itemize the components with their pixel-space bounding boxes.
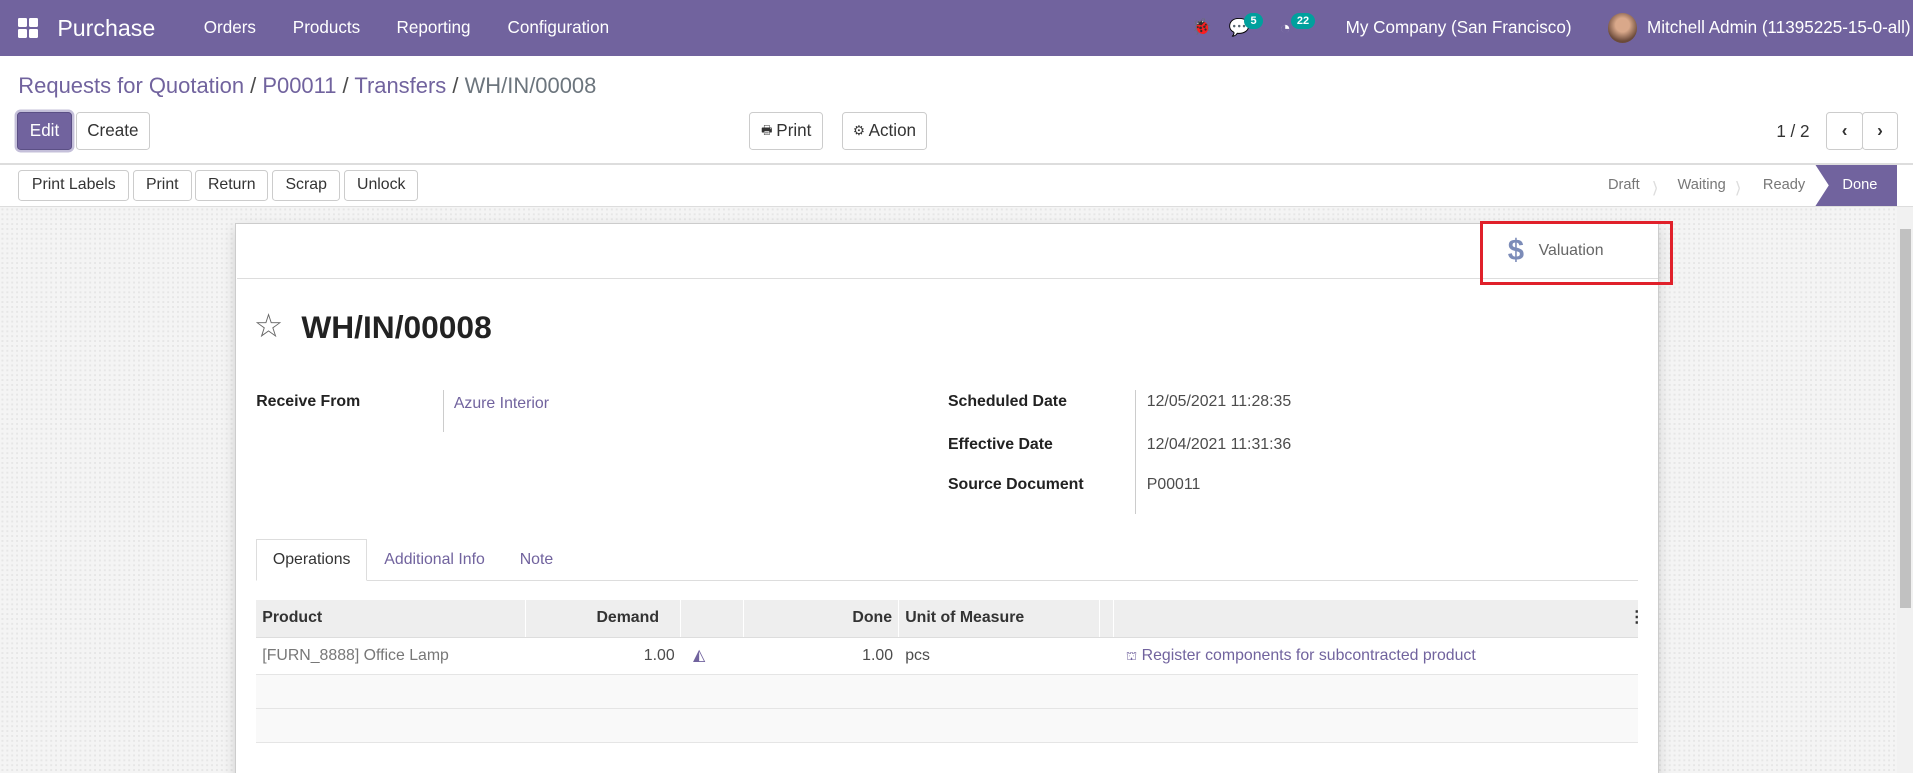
separator (442, 390, 445, 432)
print-label: Print (776, 121, 812, 141)
optional-columns-kebab-icon[interactable]: ⋮ (1623, 600, 1645, 637)
column-blank (1100, 600, 1114, 637)
scrollbar[interactable] (1897, 207, 1913, 774)
cell-uom: pcs (905, 647, 930, 665)
tab-additional-info[interactable]: Additional Info (384, 551, 485, 569)
user-avatar[interactable] (1607, 13, 1638, 43)
tabs-divider (256, 579, 1639, 581)
app-name[interactable]: Purchase (57, 0, 155, 56)
register-components-button[interactable]: ⛫ Register components for subcontracted … (1120, 638, 1482, 675)
print-labels-button[interactable]: Print Labels (18, 169, 130, 202)
apps-menu-icon[interactable] (18, 18, 38, 38)
pager-next-button[interactable]: › (1861, 112, 1899, 151)
scrap-button[interactable]: Scrap (272, 169, 341, 202)
receive-from-label: Receive From (256, 392, 361, 410)
pager-value: 1 / 2 (1776, 122, 1810, 141)
action-label: Action (868, 121, 917, 141)
cell-done: 1.00 (862, 647, 894, 665)
register-components-label: Register components for subcontracted pr… (1141, 647, 1476, 665)
column-uom[interactable]: Unit of Measure (899, 600, 1101, 637)
separator (1134, 390, 1136, 514)
breadcrumb-transfers[interactable]: Transfers (354, 73, 446, 98)
print-dropdown[interactable]: 🖶 Print (749, 112, 824, 151)
gear-icon: ⚙ (852, 123, 865, 139)
breadcrumb-po[interactable]: P00011 (262, 73, 336, 98)
scheduled-date-value: 12/05/2021 11:28:35 (1146, 392, 1292, 410)
breadcrumb: Requests for Quotation / P00011 / Transf… (18, 72, 597, 98)
unlock-button[interactable]: Unlock (344, 169, 419, 202)
menu-reporting[interactable]: Reporting (397, 0, 471, 56)
status-ready: Ready (1762, 176, 1806, 193)
status-draft: Draft (1607, 176, 1640, 193)
receive-from-value[interactable]: Azure Interior (454, 395, 549, 413)
cell-demand: 1.00 (643, 647, 675, 665)
return-button[interactable]: Return (195, 169, 269, 202)
divider (236, 278, 1658, 280)
activities-badge: 22 (1290, 13, 1316, 30)
top-navbar: Purchase Orders Products Reporting Confi… (0, 0, 1913, 57)
messages-badge: 5 (1244, 13, 1263, 30)
status-chevron: › (1653, 164, 1658, 206)
action-dropdown[interactable]: ⚙ Action (841, 112, 928, 151)
print-button[interactable]: Print (132, 169, 192, 202)
status-waiting: Waiting (1677, 176, 1726, 193)
column-demand[interactable]: Demand (526, 600, 681, 637)
edit-button[interactable]: Edit (17, 112, 72, 151)
menu-configuration[interactable]: Configuration (508, 0, 610, 56)
column-done[interactable]: Done (744, 600, 900, 637)
forecast-chart-icon[interactable]: ◭ (687, 638, 711, 675)
tab-operations[interactable]: Operations (256, 539, 368, 581)
pager-previous-button[interactable]: ‹ (1826, 112, 1863, 151)
status-chevron: › (1736, 164, 1741, 206)
create-button[interactable]: Create (75, 112, 151, 151)
messages-icon[interactable]: 💬 (1229, 0, 1250, 56)
source-document-label: Source Document (947, 475, 1084, 493)
company-switcher[interactable]: My Company (San Francisco) (1346, 0, 1572, 56)
favorite-star-icon[interactable]: ☆ (254, 306, 284, 345)
breadcrumb-current: WH/IN/00008 (464, 72, 597, 98)
user-menu[interactable]: Mitchell Admin (11395225-15-0-all) (1647, 0, 1911, 56)
column-product[interactable]: Product (256, 600, 526, 637)
tab-note[interactable]: Note (520, 551, 554, 569)
sitemap-icon: ⛫ (1126, 649, 1138, 664)
status-done: Done (1815, 164, 1898, 207)
source-document-value: P00011 (1146, 475, 1201, 493)
breadcrumb-rfq[interactable]: Requests for Quotation (18, 73, 244, 98)
menu-products[interactable]: Products (293, 0, 360, 56)
scheduled-date-label: Scheduled Date (947, 392, 1067, 410)
effective-date-label: Effective Date (947, 435, 1053, 453)
debug-bug-icon[interactable]: 🐞 (1192, 0, 1212, 56)
printer-icon: 🖶 (761, 122, 773, 137)
effective-date-value: 12/04/2021 11:31:36 (1146, 435, 1292, 453)
activities-clock-icon[interactable]: ◔ (1280, 0, 1291, 56)
menu-orders[interactable]: Orders (204, 0, 256, 56)
divider (0, 163, 1913, 165)
highlight-box (1479, 220, 1673, 286)
record-title: WH/IN/00008 (301, 308, 492, 345)
column-forecast (681, 600, 745, 637)
cell-product[interactable]: [FURN_8888] Office Lamp (256, 638, 455, 675)
